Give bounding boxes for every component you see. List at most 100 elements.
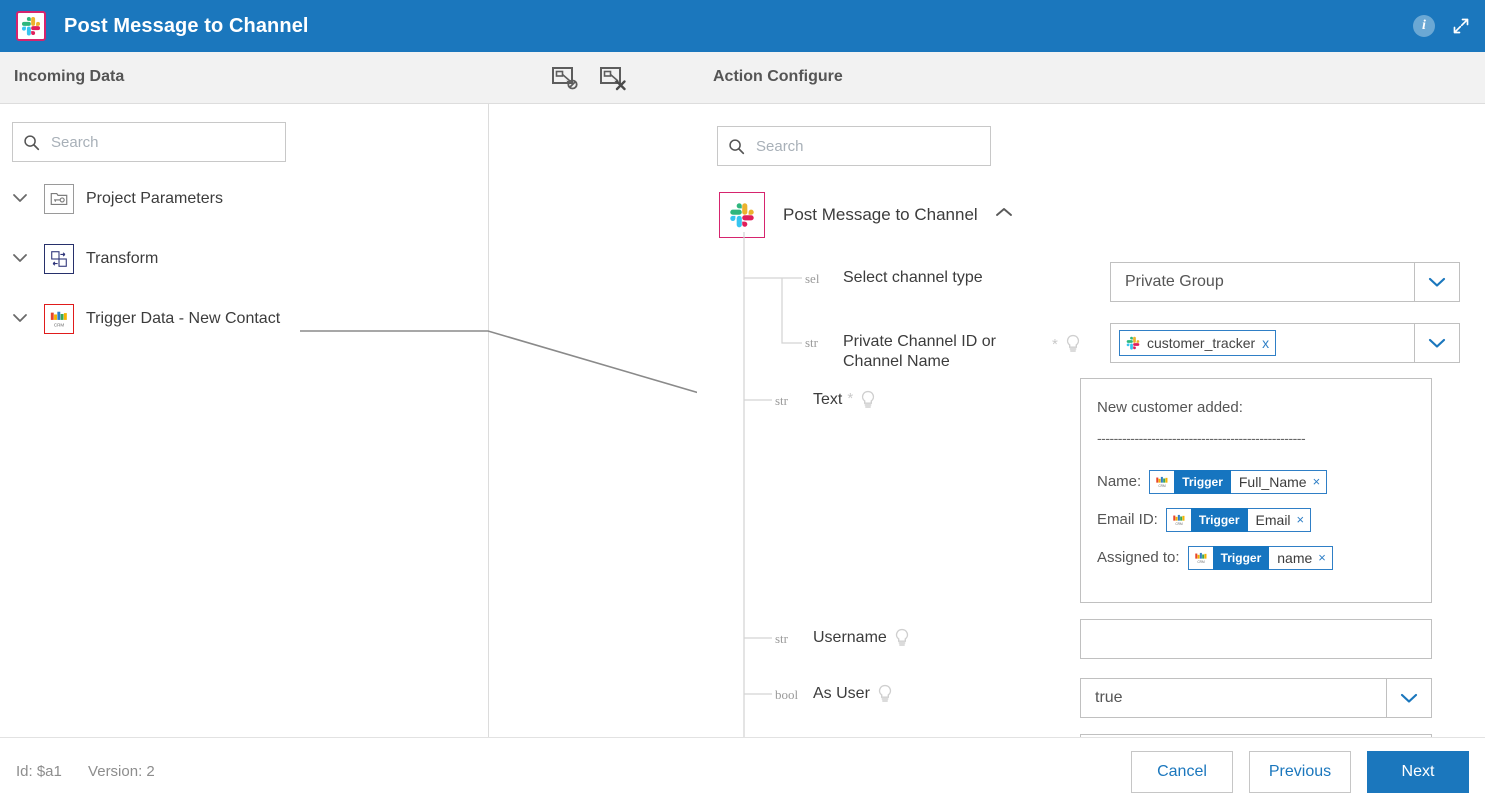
slack-icon	[16, 11, 46, 41]
cancel-button[interactable]: Cancel	[1131, 751, 1233, 793]
field-label: Text	[813, 391, 843, 408]
action-configure-dialog: Post Message to Channel i Incoming Data …	[0, 0, 1485, 805]
clear-mappings-icon[interactable]	[598, 63, 628, 93]
selected-value: true	[1095, 689, 1123, 706]
field-label: Private Channel ID or Channel Name	[843, 333, 996, 370]
channel-chip[interactable]: customer_tracker x	[1119, 330, 1277, 356]
transform-icon	[44, 244, 74, 274]
row-label: Assigned to:	[1097, 549, 1180, 566]
message-text-editor[interactable]: New customer added: --------------------…	[1080, 378, 1432, 603]
token-field: name	[1277, 550, 1313, 566]
field-label: Username	[813, 629, 887, 646]
window-titlebar: Post Message to Channel i	[0, 0, 1485, 52]
field-type: str	[805, 335, 818, 350]
svg-text:CRM: CRM	[1159, 484, 1167, 488]
username-input[interactable]	[1080, 619, 1432, 659]
chevron-down-icon[interactable]	[1415, 277, 1459, 288]
message-row-email: Email ID: CRM Trigger Email ×	[1097, 505, 1415, 535]
message-line-1: New customer added:	[1097, 399, 1243, 416]
tree-item-label: Trigger Data - New Contact	[86, 310, 281, 327]
required-asterisk: *	[847, 390, 854, 407]
crm-icon: CRM	[44, 304, 74, 334]
field-2-indicators: *	[1047, 334, 1081, 354]
field-private-channel-id: str Private Channel ID or Channel Name	[805, 332, 1055, 372]
chevron-down-icon[interactable]	[1415, 338, 1459, 349]
crm-icon: CRM	[1167, 513, 1191, 527]
hint-bulb-icon[interactable]	[894, 628, 910, 648]
search-icon	[23, 134, 40, 151]
sidebar-item-trigger-data[interactable]: CRM Trigger Data - New Contact	[0, 304, 280, 334]
field-type: bool	[775, 687, 799, 702]
hint-bulb-icon[interactable]	[860, 390, 876, 410]
chevron-down-icon[interactable]	[12, 310, 34, 328]
info-icon[interactable]: i	[1413, 15, 1435, 37]
panel-divider-left	[488, 104, 489, 737]
field-type: str	[775, 393, 788, 408]
message-row-assigned: Assigned to: CRM Trigger name ×	[1097, 543, 1415, 573]
hint-bulb-icon[interactable]	[1065, 334, 1081, 354]
message-divider-line: ----------------------------------------…	[1097, 430, 1306, 446]
field-type: str	[775, 631, 788, 646]
footer-meta: Id: $a1 Version: 2	[16, 763, 177, 780]
chip-remove-icon[interactable]: x	[1262, 335, 1269, 351]
action-configure-panel: Post Message to Channel sel Select chann…	[697, 104, 1485, 737]
required-asterisk: *	[1052, 335, 1058, 353]
field-text: str Text *	[775, 390, 876, 410]
as-user-dropdown[interactable]: true	[1080, 678, 1432, 718]
svg-text:CRM: CRM	[1197, 560, 1205, 564]
chevron-down-icon[interactable]	[12, 250, 34, 268]
field-label: Select channel type	[843, 269, 983, 286]
incoming-search-box[interactable]	[12, 122, 286, 162]
folder-key-icon	[44, 184, 74, 214]
panels-header: Incoming Data Action Configure	[0, 52, 1485, 104]
token-chip[interactable]: CRM Trigger Email ×	[1165, 505, 1312, 535]
svg-text:CRM: CRM	[1175, 522, 1183, 526]
field-label: As User	[813, 685, 870, 702]
chevron-down-icon[interactable]	[1387, 693, 1431, 704]
version-label: Version: 2	[88, 763, 155, 780]
slack-icon	[1126, 336, 1140, 350]
selected-value: Private Group	[1125, 273, 1224, 290]
hide-mappings-icon[interactable]	[550, 63, 580, 93]
id-label: Id: $a1	[16, 763, 62, 780]
token-remove-icon[interactable]: ×	[1313, 467, 1327, 497]
crm-icon: CRM	[1150, 475, 1174, 489]
message-row-name: Name: CRM Trigger Full_Name ×	[1097, 467, 1415, 497]
token-remove-icon[interactable]: ×	[1318, 543, 1332, 573]
row-label: Email ID:	[1097, 511, 1158, 528]
incoming-data-title: Incoming Data	[14, 68, 125, 85]
field-type: sel	[805, 271, 820, 286]
token-source: Trigger	[1190, 508, 1248, 532]
private-channel-dropdown[interactable]: customer_tracker x	[1110, 323, 1460, 363]
previous-button[interactable]: Previous	[1249, 751, 1351, 793]
next-button[interactable]: Next	[1367, 751, 1469, 793]
svg-text:CRM: CRM	[54, 322, 65, 327]
chip-text: customer_tracker	[1147, 335, 1256, 351]
footer-buttons: Cancel Previous Next	[1131, 751, 1469, 793]
expand-icon[interactable]	[1451, 16, 1471, 36]
sidebar-item-transform[interactable]: Transform	[0, 244, 158, 274]
token-remove-icon[interactable]: ×	[1297, 505, 1311, 535]
action-configure-title: Action Configure	[713, 68, 843, 85]
token-chip[interactable]: CRM Trigger name ×	[1187, 543, 1333, 573]
select-channel-type-dropdown[interactable]: Private Group	[1110, 262, 1460, 302]
token-chip[interactable]: CRM Trigger Full_Name ×	[1149, 467, 1328, 497]
field-select-channel-type: sel Select channel type	[805, 268, 983, 288]
incoming-data-panel: Project Parameters Transform	[0, 104, 488, 737]
window-title: Post Message to Channel	[64, 14, 309, 37]
titlebar-actions: i	[1413, 0, 1471, 52]
token-field: Email	[1255, 512, 1291, 528]
chevron-down-icon[interactable]	[12, 190, 34, 208]
tree-item-label: Project Parameters	[86, 190, 223, 207]
token-source: Trigger	[1212, 546, 1270, 570]
token-source: Trigger	[1174, 470, 1231, 494]
crm-icon: CRM	[1189, 551, 1213, 565]
hint-bulb-icon[interactable]	[877, 684, 893, 704]
search-input[interactable]	[49, 132, 263, 152]
row-label: Name:	[1097, 473, 1142, 490]
mapping-toolbar	[550, 63, 628, 93]
token-field: Full_Name	[1238, 474, 1307, 490]
sidebar-item-project-parameters[interactable]: Project Parameters	[0, 184, 223, 214]
field-as-user: bool As User	[775, 684, 893, 704]
tree-item-label: Transform	[86, 250, 159, 267]
